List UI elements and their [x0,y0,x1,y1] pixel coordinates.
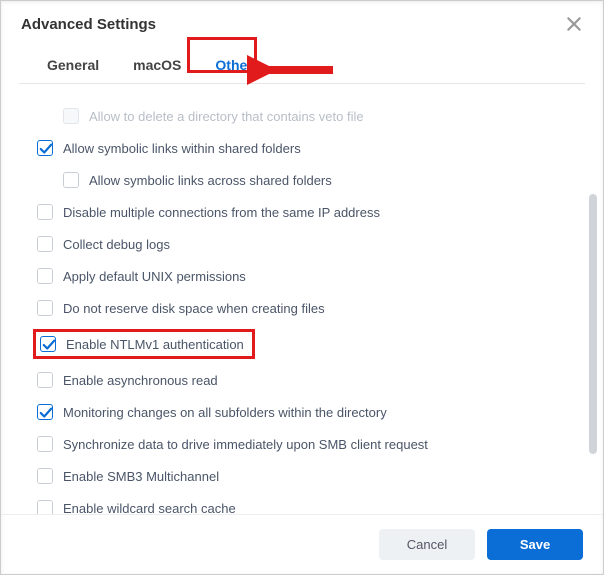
option-inner: Enable asynchronous read [37,372,218,388]
option-label: Enable asynchronous read [63,373,218,388]
checkbox-sync-smb[interactable] [37,436,53,452]
checkbox-multi-ip[interactable] [37,204,53,220]
option-inner: Allow symbolic links across shared folde… [63,172,332,188]
option-inner: Collect debug logs [37,236,170,252]
tab-others[interactable]: Others [213,53,262,83]
option-multi-ip: Disable multiple connections from the sa… [37,196,581,228]
options-panel: Allow to delete a directory that contain… [1,84,603,514]
save-button[interactable]: Save [487,529,583,560]
option-label: Synchronize data to drive immediately up… [63,437,428,452]
checkbox-wildcard[interactable] [37,500,53,514]
checkbox-veto [63,108,79,124]
option-label: Collect debug logs [63,237,170,252]
checkbox-symlinks[interactable] [37,140,53,156]
scrollbar-track[interactable] [589,164,597,444]
dialog-footer: Cancel Save [1,514,603,574]
option-veto: Allow to delete a directory that contain… [63,100,581,132]
checkbox-no-reserve[interactable] [37,300,53,316]
option-smb3-multi: Enable SMB3 Multichannel [37,460,581,492]
option-debug-logs: Collect debug logs [37,228,581,260]
option-monitor: Monitoring changes on all subfolders wit… [37,396,581,428]
option-inner: Enable wildcard search cache [37,500,236,514]
checkbox-symlinks-x[interactable] [63,172,79,188]
option-label: Enable NTLMv1 authentication [66,337,244,352]
option-async-read: Enable asynchronous read [37,364,581,396]
option-symlinks-x: Allow symbolic links across shared folde… [63,164,581,196]
option-inner: Synchronize data to drive immediately up… [37,436,428,452]
cancel-button[interactable]: Cancel [379,529,475,560]
tab-general[interactable]: General [45,53,101,83]
dialog-titlebar: Advanced Settings [1,1,603,43]
option-unix-perms: Apply default UNIX permissions [37,260,581,292]
checkbox-unix-perms[interactable] [37,268,53,284]
option-inner: Monitoring changes on all subfolders wit… [37,404,387,420]
option-inner: Enable SMB3 Multichannel [37,468,219,484]
dialog-title: Advanced Settings [21,16,156,33]
option-inner: Do not reserve disk space when creating … [37,300,325,316]
option-inner: Allow to delete a directory that contain… [63,108,364,124]
option-label: Allow symbolic links within shared folde… [63,141,301,156]
checkbox-ntlmv1[interactable] [40,336,56,352]
tab-bar: General macOS Others [19,43,585,84]
option-symlinks: Allow symbolic links within shared folde… [37,132,581,164]
checkbox-monitor[interactable] [37,404,53,420]
checkbox-smb3-multi[interactable] [37,468,53,484]
option-label: Enable wildcard search cache [63,501,236,515]
tab-macos[interactable]: macOS [131,53,183,83]
scrollbar-thumb[interactable] [589,194,597,454]
advanced-settings-dialog: Advanced Settings General macOS Others [1,1,603,574]
option-label: Allow to delete a directory that contain… [89,109,364,124]
checkbox-debug-logs[interactable] [37,236,53,252]
option-no-reserve: Do not reserve disk space when creating … [37,292,581,324]
option-label: Enable SMB3 Multichannel [63,469,219,484]
option-sync-smb: Synchronize data to drive immediately up… [37,428,581,460]
option-label: Apply default UNIX permissions [63,269,246,284]
option-label: Monitoring changes on all subfolders wit… [63,405,387,420]
option-wildcard: Enable wildcard search cache [37,492,581,514]
option-label: Do not reserve disk space when creating … [63,301,325,316]
option-inner: Apply default UNIX permissions [37,268,246,284]
annotation-option-highlight: Enable NTLMv1 authentication [33,329,255,359]
option-ntlmv1: Enable NTLMv1 authentication [37,324,581,364]
option-inner: Allow symbolic links within shared folde… [37,140,301,156]
close-icon[interactable] [565,15,583,33]
option-label: Allow symbolic links across shared folde… [89,173,332,188]
option-label: Disable multiple connections from the sa… [63,205,380,220]
option-inner: Disable multiple connections from the sa… [37,204,380,220]
checkbox-async-read[interactable] [37,372,53,388]
